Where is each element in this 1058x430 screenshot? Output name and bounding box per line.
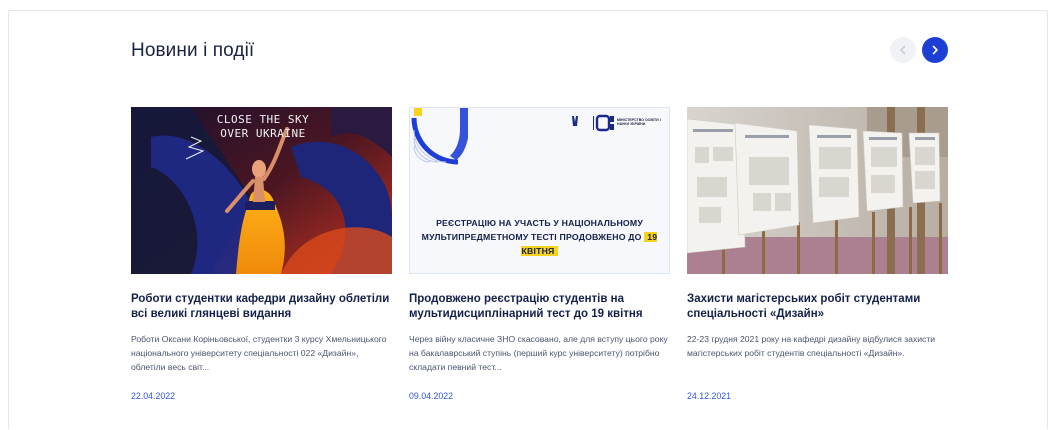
logo-separator [593,116,594,130]
exhibition-photo [687,107,948,274]
chevron-left-icon [900,45,906,55]
poster-caption: CLOSE THE SKY OVER UKRAINE [216,113,310,140]
news-card-image[interactable]: МІНІСТЕРСТВО ОСВІТИ І НАУКИ УКРАЇНИ РЕЄС… [409,107,670,274]
trident-icon [572,116,578,126]
news-card-excerpt: Роботи Оксани Коріньовської, студентки 3… [131,334,387,372]
section-title: Новини і події [131,40,255,61]
news-section: Новини і події CLOSE THE SKY OVER UKRAIN… [131,0,948,419]
carousel-prev-button[interactable] [890,37,916,63]
banner-caption: РЕЄСТРАЦІЮ НА УЧАСТЬ У НАЦІОНАЛЬНОМУ МУЛ… [410,216,669,258]
news-card[interactable]: CLOSE THE SKY OVER UKRAINE Роботи студен… [131,107,392,401]
carousel-next-button[interactable] [922,37,948,63]
news-card-title[interactable]: Захисти магістерських робіт студентами с… [687,292,948,322]
news-card-excerpt: Через війну класичне ЗНО скасовано, але … [409,334,668,372]
banner-caption-main: РЕЄСТРАЦІЮ НА УЧАСТЬ У НАЦІОНАЛЬНОМУ МУЛ… [421,218,643,242]
news-card-title[interactable]: Роботи студентки кафедри дизайну облетіл… [131,292,392,322]
news-card-image[interactable] [687,107,948,274]
news-card[interactable]: Захисти магістерських робіт студентами с… [687,107,948,401]
news-card[interactable]: МІНІСТЕРСТВО ОСВІТИ І НАУКИ УКРАЇНИ РЕЄС… [409,107,670,401]
news-card-date: 24.12.2021 [687,391,732,401]
news-card-date: 09.04.2022 [409,391,454,401]
news-card-image[interactable]: CLOSE THE SKY OVER UKRAINE [131,107,392,274]
chevron-right-icon [932,45,938,55]
news-card-date: 22.04.2022 [131,391,176,401]
carousel-nav [890,37,948,63]
ministry-logo-text: МІНІСТЕРСТВО ОСВІТИ І НАУКИ УКРАЇНИ [617,118,661,127]
news-card-excerpt: 22-23 грудня 2021 року на кафедрі дизайн… [687,334,936,358]
news-card-title[interactable]: Продовжено реєстрацію студентів на мульт… [409,292,670,322]
